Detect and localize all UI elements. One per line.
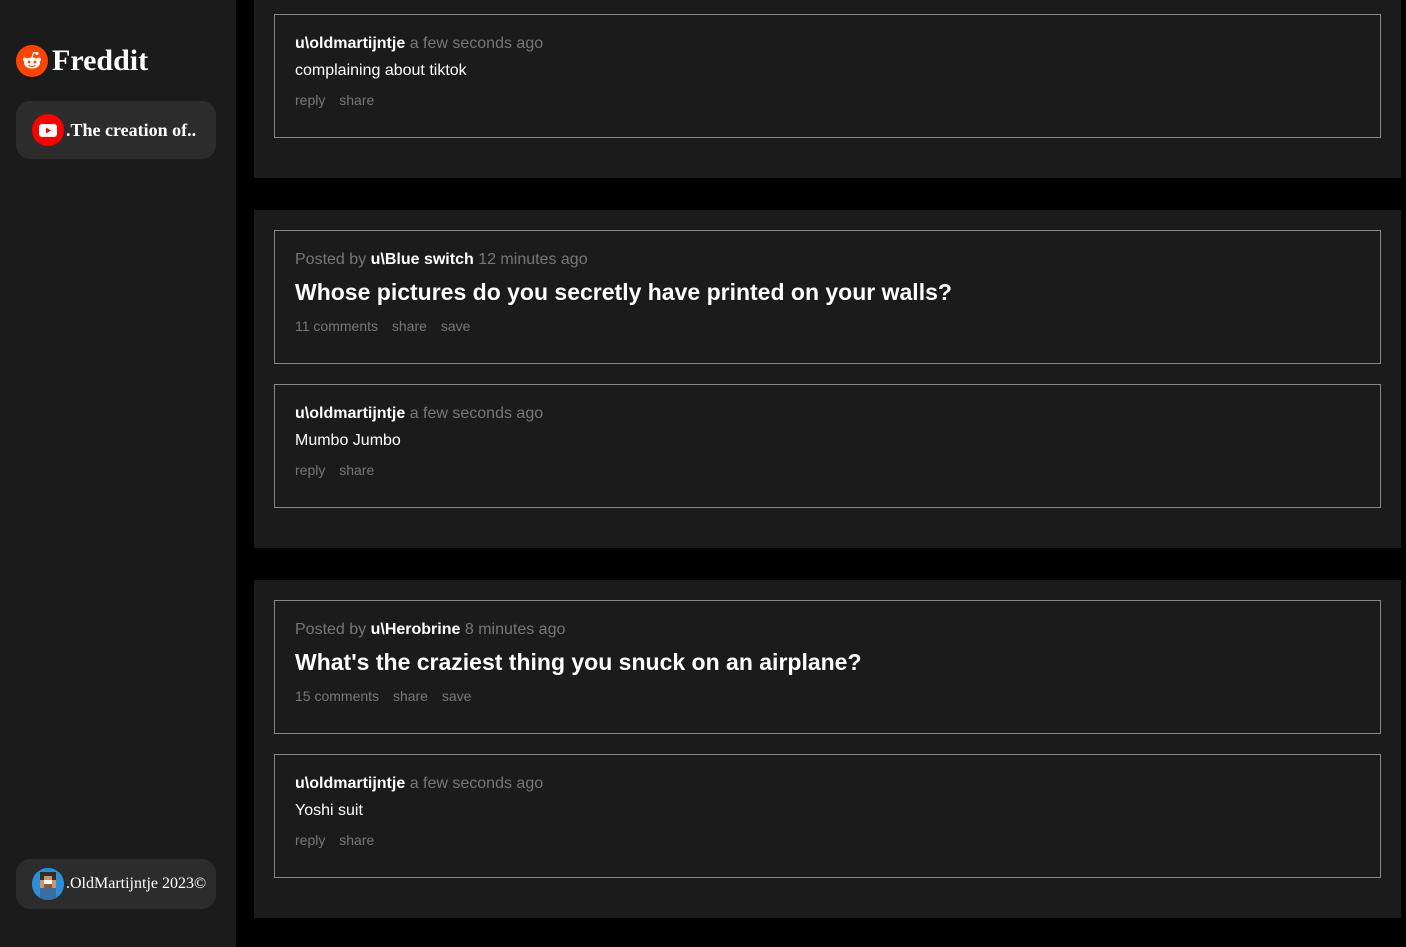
post-actions: 11 comments share save [295, 318, 480, 334]
posted-by-label: Posted by [295, 251, 367, 268]
comment-actions: reply share [295, 92, 384, 108]
comments-link[interactable]: 15 comments [295, 688, 379, 704]
post-card[interactable]: Posted by u\Blue switch 12 minutes ago W… [274, 230, 1381, 364]
post-card[interactable]: Posted by u\Herobrine 8 minutes ago What… [274, 600, 1381, 734]
post-block: u\oldmartijntje a few seconds ago compla… [254, 0, 1401, 178]
comment-card: u\oldmartijntje a few seconds ago compla… [274, 14, 1381, 138]
comment-meta: u\oldmartijntje a few seconds ago [295, 775, 543, 793]
reply-button[interactable]: reply [295, 832, 325, 848]
post-author[interactable]: u\Herobrine [371, 621, 461, 638]
post-author[interactable]: u\Blue switch [371, 251, 474, 268]
reply-button[interactable]: reply [295, 92, 325, 108]
sidebar-footer-label: .OldMartijntje 2023© [66, 875, 207, 892]
comment-card: u\oldmartijntje a few seconds ago Mumbo … [274, 384, 1381, 508]
sidebar-video-link[interactable]: .The creation of.. [16, 101, 216, 159]
post-block: Posted by u\Herobrine 8 minutes ago What… [254, 580, 1401, 918]
post-title[interactable]: What's the craziest thing you snuck on a… [295, 649, 862, 676]
reddit-alien-icon [16, 45, 48, 77]
youtube-play-icon [32, 114, 64, 146]
comments-link[interactable]: 11 comments [295, 318, 378, 334]
share-button[interactable]: share [393, 688, 428, 704]
comment-author[interactable]: u\oldmartijntje [295, 405, 405, 422]
comment-card: u\oldmartijntje a few seconds ago Yoshi … [274, 754, 1381, 878]
post-time: 12 minutes ago [478, 251, 588, 268]
comment-text: Yoshi suit [295, 802, 363, 819]
save-button[interactable]: save [441, 318, 471, 334]
post-time: 8 minutes ago [464, 621, 566, 638]
reply-button[interactable]: reply [295, 462, 325, 478]
comment-author[interactable]: u\oldmartijntje [295, 775, 405, 792]
pixel-avatar-icon [32, 868, 64, 900]
sidebar-video-label: .The creation of.. [66, 119, 197, 140]
post-meta: Posted by u\Herobrine 8 minutes ago [295, 621, 565, 639]
share-button[interactable]: share [339, 92, 374, 108]
post-title[interactable]: Whose pictures do you secretly have prin… [295, 279, 952, 306]
share-button[interactable]: share [339, 462, 374, 478]
post-actions: 15 comments share save [295, 688, 481, 704]
posted-by-label: Posted by [295, 621, 367, 638]
post-meta: Posted by u\Blue switch 12 minutes ago [295, 251, 588, 269]
save-button[interactable]: save [442, 688, 472, 704]
app-logo[interactable]: Freddit [16, 44, 148, 78]
share-button[interactable]: share [339, 832, 374, 848]
post-block: Posted by u\Blue switch 12 minutes ago W… [254, 210, 1401, 548]
comment-text: complaining about tiktok [295, 62, 467, 79]
comment-meta: u\oldmartijntje a few seconds ago [295, 405, 543, 423]
comment-time: a few seconds ago [409, 775, 544, 792]
comment-meta: u\oldmartijntje a few seconds ago [295, 35, 543, 53]
sidebar: Freddit .The creation of.. .OldMartijntj… [0, 0, 236, 947]
sidebar-footer-credit[interactable]: .OldMartijntje 2023© [16, 859, 216, 909]
comment-actions: reply share [295, 832, 384, 848]
share-button[interactable]: share [392, 318, 427, 334]
comment-actions: reply share [295, 462, 384, 478]
comment-time: a few seconds ago [409, 35, 544, 52]
comment-time: a few seconds ago [409, 405, 544, 422]
app-name: Freddit [52, 44, 149, 77]
comment-author[interactable]: u\oldmartijntje [295, 35, 405, 52]
comment-text: Mumbo Jumbo [295, 432, 401, 449]
